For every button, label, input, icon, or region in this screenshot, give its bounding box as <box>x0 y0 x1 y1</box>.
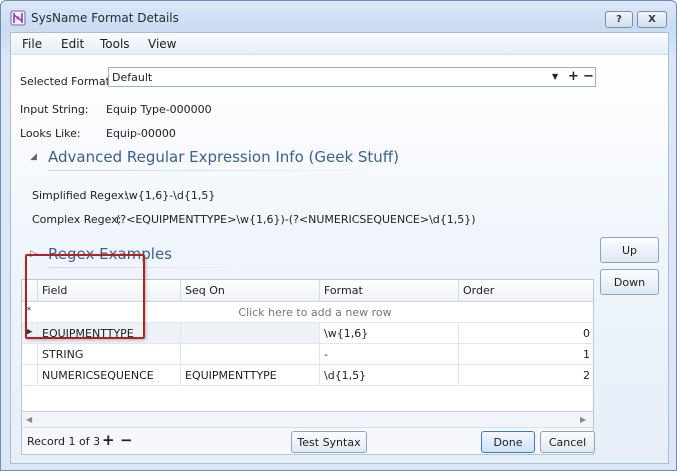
new-row-marker: * <box>26 306 32 316</box>
simplified-regex-label: Simplified Regex: <box>32 189 128 202</box>
section-divider <box>48 170 388 171</box>
looks-like-label: Looks Like: <box>20 127 81 140</box>
client-area: File Edit Tools View Selected Format: De… <box>10 32 669 464</box>
input-string-label: Input String: <box>20 103 89 116</box>
chevron-down-icon[interactable]: ▼ <box>552 72 558 81</box>
title-bar: SysName Format Details ? X <box>1 1 676 33</box>
current-row-icon: ▶ <box>25 327 33 337</box>
column-header-order[interactable]: Order <box>458 280 593 301</box>
regex-grid: Field Seq On Format Order * Click here t… <box>21 279 594 455</box>
regex-examples-header[interactable]: Regex Examples <box>48 245 172 263</box>
column-header-field[interactable]: Field <box>37 280 180 301</box>
dialog-window: SysName Format Details ? X File Edit Too… <box>0 0 677 471</box>
complex-regex-value: (?<EQUIPMENTTYPE>\w{1,6})-(?<NUMERICSEQU… <box>116 213 476 226</box>
help-button[interactable]: ? <box>605 11 633 28</box>
section-divider <box>48 267 248 268</box>
new-row[interactable]: * Click here to add a new row <box>22 302 593 323</box>
menu-bar: File Edit Tools View <box>11 33 668 55</box>
app-icon <box>10 10 26 26</box>
table-row[interactable]: NUMERICSEQUENCE EQUIPMENTTYPE \d{1,5} 2 <box>22 365 593 386</box>
complex-regex-label: Complex Regex: <box>32 213 122 226</box>
column-header-seq-on[interactable]: Seq On <box>180 280 319 301</box>
done-button[interactable]: Done <box>481 431 535 453</box>
close-button[interactable]: X <box>637 11 667 28</box>
cell-seq-on[interactable] <box>180 344 319 364</box>
cell-format[interactable]: \w{1,6} <box>319 323 458 343</box>
record-count: Record 1 of 3 <box>27 435 101 448</box>
cell-field[interactable]: EQUIPMENTTYPE <box>37 323 180 343</box>
main-content: Selected Format: Default ▼ + − Input Str… <box>11 55 668 463</box>
cell-seq-on[interactable]: EQUIPMENTTYPE <box>180 365 319 385</box>
menu-tools[interactable]: Tools <box>100 37 130 51</box>
menu-file[interactable]: File <box>22 37 42 51</box>
add-record-button[interactable]: + <box>102 431 115 449</box>
delete-record-button[interactable]: − <box>120 431 133 449</box>
cell-order[interactable]: 2 <box>458 365 593 385</box>
cell-format[interactable]: - <box>319 344 458 364</box>
test-syntax-button[interactable]: Test Syntax <box>291 431 367 453</box>
cell-field[interactable]: NUMERICSEQUENCE <box>37 365 180 385</box>
collapsed-triangle-icon[interactable]: ▷ <box>30 249 37 259</box>
new-row-hint[interactable]: Click here to add a new row <box>37 306 593 319</box>
expanded-triangle-icon[interactable]: ◢ <box>30 152 37 162</box>
advanced-section-header[interactable]: Advanced Regular Expression Info (Geek S… <box>48 148 399 166</box>
cancel-button[interactable]: Cancel <box>540 431 595 453</box>
cell-seq-on[interactable] <box>180 323 319 343</box>
table-row[interactable]: STRING - 1 <box>22 344 593 365</box>
remove-format-button[interactable]: − <box>583 69 594 84</box>
add-format-button[interactable]: + <box>568 69 579 84</box>
looks-like-value: Equip-00000 <box>106 127 176 140</box>
selected-format-value: Default <box>112 71 153 84</box>
down-button[interactable]: Down <box>600 269 659 295</box>
simplified-regex-value: \w{1,6}-\d{1,5} <box>125 189 216 202</box>
scroll-right-icon[interactable]: ▶ <box>580 415 586 424</box>
cell-format[interactable]: \d{1,5} <box>319 365 458 385</box>
grid-header: Field Seq On Format Order <box>22 280 593 302</box>
selected-format-label: Selected Format: <box>20 75 114 88</box>
selected-format-combo[interactable]: Default ▼ + − <box>108 67 596 87</box>
up-button[interactable]: Up <box>600 237 659 263</box>
input-string-value: Equip Type-000000 <box>106 103 212 116</box>
scroll-left-icon[interactable]: ◀ <box>26 415 32 424</box>
cell-field[interactable]: STRING <box>37 344 180 364</box>
cell-order[interactable]: 0 <box>458 323 593 343</box>
horizontal-scrollbar[interactable]: ◀ ▶ <box>22 412 593 428</box>
menu-view[interactable]: View <box>148 37 176 51</box>
column-header-format[interactable]: Format <box>319 280 458 301</box>
menu-edit[interactable]: Edit <box>61 37 84 51</box>
table-row[interactable]: ▶ EQUIPMENTTYPE \w{1,6} 0 <box>22 323 593 344</box>
window-title: SysName Format Details <box>31 11 179 25</box>
cell-order[interactable]: 1 <box>458 344 593 364</box>
